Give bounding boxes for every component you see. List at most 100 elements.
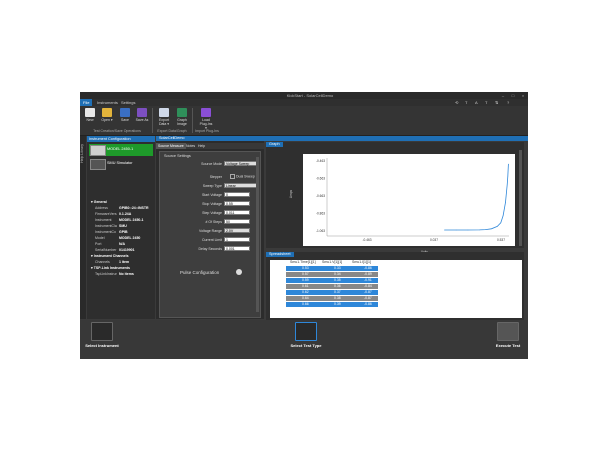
minimize-icon[interactable]: – (498, 92, 508, 99)
sweep-type-select[interactable]: Linear (224, 183, 258, 188)
table-cell: 0.53 (302, 266, 309, 270)
stop-voltage-input[interactable]: 0.55 (224, 201, 250, 206)
property-key: TspLinkInstrur (95, 272, 117, 276)
settings-scrollbar[interactable] (256, 157, 259, 312)
load-plugins-button[interactable]: Load Plug-Ins ▾ (199, 108, 213, 130)
menu-instruments[interactable]: Instruments (94, 99, 121, 106)
current-limit-input[interactable]: 1 (224, 237, 250, 242)
spreadsheet-panel: Spreadsheet Smu1.Time[1][1] Smu1.V[1][1]… (266, 252, 524, 320)
iv-data-point (496, 226, 498, 227)
table-row[interactable]: 0.57 0.34 -0.89 (286, 272, 378, 277)
stop-voltage-label: Stop Voltage (202, 202, 222, 206)
table-cell: 0.34 (334, 272, 341, 276)
column-header: Smu1.V[1][1] (322, 260, 343, 264)
graph-panel: Graph Amps -0.463 -0.663 -0.663 -0.863 -1.06… (266, 142, 524, 254)
voltage-range-select[interactable]: 2.0V (224, 228, 250, 233)
x-tick-label: 0.537 (497, 238, 505, 242)
source-mode-row: Source Mode Voltage Sweep (160, 161, 260, 168)
y-tick-label: -0.663 (316, 177, 325, 181)
dual-sweep-checkbox[interactable]: Dual Sweep (230, 174, 255, 179)
column-header: Smu1.Time[1][1] (290, 260, 316, 264)
graph-scrollbar[interactable] (519, 150, 522, 246)
bottom-action-bar: Select Instrument Select Test Type Execu… (80, 320, 528, 359)
delay-label: Delay Seconds (198, 247, 222, 251)
dual-sweep-label: Dual Sweep (236, 174, 255, 179)
menu-file[interactable]: File (80, 99, 93, 106)
delay-input[interactable]: 0.001 (224, 246, 250, 251)
step-voltage-input[interactable]: 0.011 (224, 210, 250, 215)
iv-data-point (491, 228, 492, 230)
tab-spreadsheet[interactable]: Spreadsheet (266, 252, 294, 257)
start-voltage-input[interactable]: 0 (224, 192, 250, 197)
property-value: 1 item (119, 260, 130, 264)
help-library-strip[interactable]: Help Library (80, 136, 86, 319)
iv-data-point (505, 202, 506, 203)
instrument-item-model-2450[interactable]: MODEL 2450-1 (89, 144, 153, 156)
step-voltage-label: Step Voltage (202, 211, 222, 215)
source-mode-label: Source Mode (201, 162, 222, 166)
table-cell: -0.84 (364, 284, 372, 288)
voltage-range-row: Voltage Range 2.0V (160, 228, 260, 235)
x-tick-label: 0.037 (430, 238, 438, 242)
select-instrument-button[interactable]: Select Instrument (82, 322, 122, 354)
select-test-type-button[interactable]: Select Test Type (286, 322, 326, 354)
pulse-configuration-toggle[interactable] (236, 269, 242, 275)
table-row[interactable]: 0.53 0.33 -0.86 (286, 266, 378, 271)
stepper-label: Stepper (209, 175, 222, 179)
sub-tab-bar: Source Measure Notes Help (156, 143, 264, 149)
menu-settings[interactable]: Settings (118, 99, 138, 106)
table-row[interactable]: 0.64 0.38 -0.87 (286, 296, 378, 301)
table-cell: -0.86 (364, 302, 372, 306)
table-cell: 0.61 (302, 284, 309, 288)
column-header: Smu1.I[1][1] (352, 260, 371, 264)
close-icon[interactable]: × (518, 92, 528, 99)
graph-plot-area: -0.463 -0.663 -0.663 -0.863 -1.063 -0.463 0.03… (303, 154, 515, 246)
new-button[interactable]: New (83, 108, 97, 128)
tab-graph[interactable]: Graph (266, 142, 283, 147)
table-row[interactable]: 0.66 0.39 -0.86 (286, 302, 378, 307)
table-cell: 0.62 (302, 290, 309, 294)
y-tick-label: -1.063 (316, 229, 325, 233)
save-as-button[interactable]: Save As (135, 108, 149, 128)
table-cell: 0.35 (334, 278, 341, 282)
table-row[interactable]: 0.59 0.35 -0.91 (286, 278, 378, 283)
stepper-row: Stepper Dual Sweep (160, 174, 260, 181)
save-button[interactable]: Save (118, 108, 132, 128)
property-key: SerialNumber (95, 248, 117, 252)
toolbar-icon-2[interactable]: T (462, 99, 470, 106)
toolbar-icon-4[interactable]: T (482, 99, 490, 106)
plugin-icon (201, 108, 211, 117)
instrument-name: SMU Simulator (107, 161, 133, 165)
steps-input[interactable]: 50 (224, 219, 250, 224)
export-data-button[interactable]: Export Data ▾ (157, 108, 171, 128)
property-value: No items (119, 272, 134, 276)
help-icon[interactable]: ? (504, 99, 512, 106)
table-cell: 0.39 (334, 302, 341, 306)
open-label: Open ▾ (101, 118, 113, 122)
save-label: Save (121, 118, 129, 122)
tab-source-measure[interactable]: Source Measure (156, 143, 186, 149)
new-file-icon (85, 108, 95, 117)
maximize-icon[interactable]: □ (508, 92, 518, 99)
general-header-label: General (93, 200, 107, 204)
iv-data-point (444, 229, 445, 231)
toolbar-icon-3[interactable]: A (472, 99, 481, 106)
y-tick-label: -0.863 (316, 212, 325, 216)
toolbar-icon-1[interactable]: ⟲ (452, 99, 461, 106)
execute-test-label: Execute Test (495, 343, 521, 348)
select-test-type-label: Select Test Type (290, 343, 322, 348)
graph-image-icon (177, 108, 187, 117)
iv-data-point (502, 215, 504, 216)
tsp-header-label: TSP-Link Instruments (93, 266, 130, 270)
graph-image-button[interactable]: Graph Image (175, 108, 189, 128)
tab-help[interactable]: Help (196, 143, 207, 149)
delay-row: Delay Seconds 0.001 (160, 246, 260, 253)
execute-test-button[interactable]: Execute Test (490, 322, 526, 354)
instrument-item-smu-simulator[interactable]: SMU Simulator (89, 158, 153, 170)
toolbar-icon-5[interactable]: ⇅ (492, 99, 501, 106)
table-row[interactable]: 0.61 0.36 -0.84 (286, 284, 378, 289)
table-row[interactable]: 0.62 0.37 -0.87 (286, 290, 378, 295)
tab-solar-cell-demo[interactable]: SolarCellDemo (159, 136, 185, 141)
source-mode-select[interactable]: Voltage Sweep (224, 161, 258, 166)
open-button[interactable]: Open ▾ (100, 108, 114, 128)
